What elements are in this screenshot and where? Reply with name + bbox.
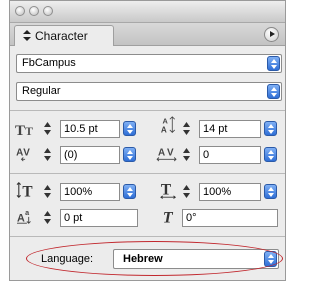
panel-tab-bar: Character <box>10 23 285 46</box>
leading-dropdown-icon[interactable] <box>264 121 277 136</box>
font-size-icon: T T <box>15 123 33 137</box>
horizontal-scale-icon: T <box>160 182 177 199</box>
tab-label: Character <box>35 29 88 43</box>
panel-menu-button[interactable] <box>264 27 279 42</box>
divider <box>10 173 285 174</box>
window-titlebar <box>10 1 285 23</box>
svg-text:V: V <box>167 148 174 159</box>
font-size-dropdown-icon[interactable] <box>123 121 136 136</box>
tracking-input[interactable]: 0 <box>199 146 261 164</box>
divider <box>10 236 285 237</box>
font-family-select[interactable]: FbCampus <box>16 54 282 73</box>
character-panel: Character FbCampus Regular T T 10.5 pt A… <box>9 0 286 281</box>
vertical-scale-stepper[interactable] <box>43 183 52 200</box>
tab-character[interactable]: Character <box>14 25 114 46</box>
kerning-dropdown-icon[interactable] <box>123 147 136 162</box>
vertical-scale-input[interactable]: 100% <box>60 183 120 201</box>
horizontal-scale-input[interactable]: 100% <box>199 183 261 201</box>
tracking-stepper[interactable] <box>182 146 191 163</box>
svg-text:A: A <box>17 212 25 224</box>
baseline-shift-input[interactable]: 0 pt <box>60 209 138 227</box>
vertical-scale-dropdown-icon[interactable] <box>123 184 136 199</box>
svg-text:A: A <box>162 116 168 125</box>
horizontal-scale-dropdown-icon[interactable] <box>264 184 277 199</box>
svg-text:V: V <box>23 148 30 159</box>
tab-expand-icon <box>23 30 31 41</box>
horizontal-scale-stepper[interactable] <box>182 183 191 200</box>
tracking-icon: A V <box>156 148 177 162</box>
language-value: Hebrew <box>123 253 163 265</box>
font-style-select[interactable]: Regular <box>16 82 282 101</box>
kerning-input[interactable]: (0) <box>60 146 120 164</box>
close-window-button[interactable] <box>15 6 25 16</box>
minimize-window-button[interactable] <box>29 6 39 16</box>
font-family-value: FbCampus <box>22 57 76 69</box>
font-size-stepper[interactable] <box>43 120 52 137</box>
baseline-shift-icon: A a <box>16 208 31 224</box>
font-size-input[interactable]: 10.5 pt <box>60 120 120 138</box>
vertical-scale-icon: T <box>16 182 33 199</box>
svg-text:T: T <box>25 124 33 137</box>
svg-text:T: T <box>163 208 174 225</box>
zoom-window-button[interactable] <box>43 6 53 16</box>
svg-text:a: a <box>25 208 30 217</box>
font-style-value: Regular <box>22 85 61 97</box>
kerning-stepper[interactable] <box>43 146 52 163</box>
language-dropdown-icon[interactable] <box>264 251 277 267</box>
svg-text:A: A <box>16 148 23 159</box>
svg-text:A: A <box>161 125 167 134</box>
baseline-shift-stepper[interactable] <box>43 209 52 226</box>
skew-input[interactable]: 0° <box>182 209 278 227</box>
tracking-dropdown-icon[interactable] <box>264 147 277 162</box>
svg-text:A: A <box>158 148 165 159</box>
svg-text:T: T <box>15 123 25 137</box>
language-select[interactable]: Hebrew <box>113 249 279 269</box>
leading-input[interactable]: 14 pt <box>199 120 261 138</box>
svg-text:T: T <box>22 183 32 199</box>
language-label: Language: <box>41 253 93 265</box>
skew-icon: T <box>163 208 174 225</box>
font-family-dropdown-icon[interactable] <box>267 56 280 71</box>
kerning-icon: A V <box>16 148 30 162</box>
divider <box>10 110 285 111</box>
font-style-dropdown-icon[interactable] <box>267 84 280 99</box>
leading-icon: A A <box>161 116 176 134</box>
leading-stepper[interactable] <box>182 120 191 137</box>
